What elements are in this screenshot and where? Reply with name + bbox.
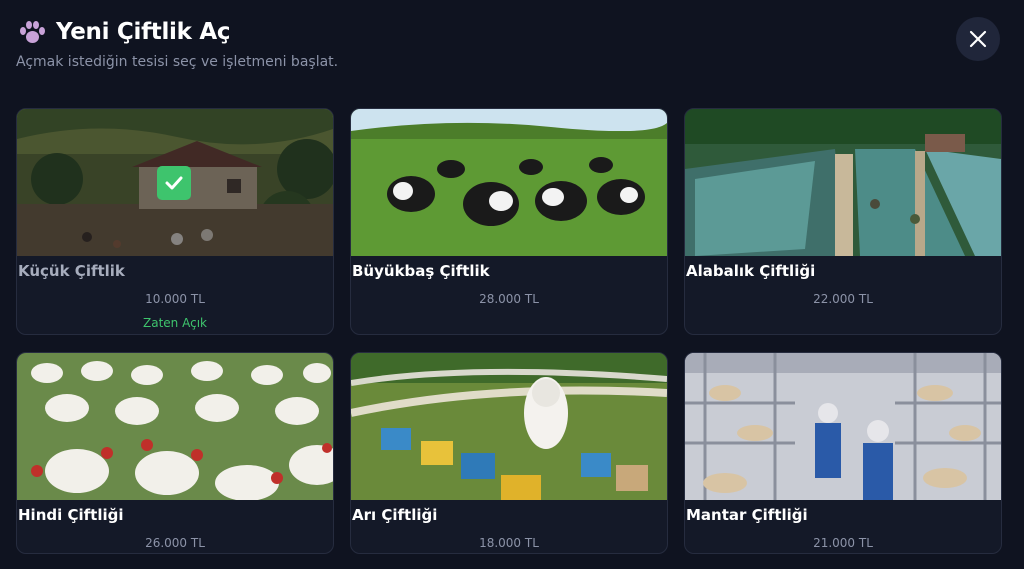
farm-card-small[interactable]: Küçük Çiftlik 10.000 TL Zaten Açık [16,108,334,335]
farm-price: 28.000 TL [479,292,539,306]
farm-price: 10.000 TL [145,292,205,306]
farm-image-small [17,109,333,256]
modal-header: Yeni Çiftlik Aç Açmak istediğin tesisi s… [16,18,339,70]
farm-name: Küçük Çiftlik [18,262,125,280]
close-icon [969,30,987,48]
farm-image-mushroom [685,353,1001,500]
farm-image-cattle [351,109,667,256]
farm-name: Alabalık Çiftliği [686,262,816,280]
farm-image-turkey [17,353,333,500]
modal-title: Yeni Çiftlik Aç [56,19,231,45]
farm-name: Hindi Çiftliği [18,506,124,524]
farm-image-trout [685,109,1001,256]
farm-price: 18.000 TL [479,536,539,550]
modal-subtitle: Açmak istediğin tesisi seç ve işletmeni … [16,54,339,70]
farm-card-bee[interactable]: Arı Çiftliği 18.000 TL [350,352,668,554]
paw-icon [18,18,46,46]
farm-card-mushroom[interactable]: Mantar Çiftliği 21.000 TL [684,352,1002,554]
farm-name: Büyükbaş Çiftlik [352,262,490,280]
farm-price: 22.000 TL [813,292,873,306]
farm-price: 21.000 TL [813,536,873,550]
title-row: Yeni Çiftlik Aç [18,18,338,46]
farm-card-trout[interactable]: Alabalık Çiftliği 22.000 TL [684,108,1002,335]
farm-price: 26.000 TL [145,536,205,550]
farm-card-turkey[interactable]: Hindi Çiftliği 26.000 TL [16,352,334,554]
farm-image-bee [351,353,667,500]
owned-check-icon [157,166,191,200]
close-button[interactable] [956,17,1000,61]
farm-name: Arı Çiftliği [352,506,438,524]
farm-status-badge: Zaten Açık [143,316,207,330]
farm-name: Mantar Çiftliği [686,506,808,524]
farm-card-cattle[interactable]: Büyükbaş Çiftlik 28.000 TL [350,108,668,335]
